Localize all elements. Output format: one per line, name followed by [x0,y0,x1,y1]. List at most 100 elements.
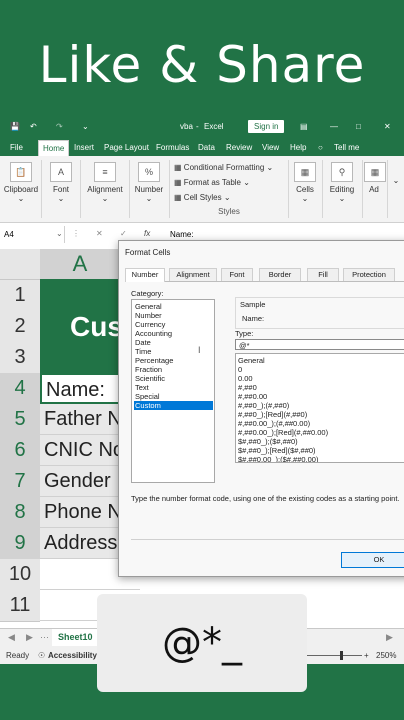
tab-insert[interactable]: Insert [74,143,94,152]
row-header-9[interactable]: 9 [0,528,40,560]
format-code-list[interactable]: General 0 0.00 #,##0 #,##0.00 #,##0_);(#… [235,353,404,463]
title-cell[interactable]: Cus [40,280,120,373]
alignment-group[interactable]: ≡ Alignment ⌄ [82,162,128,203]
clipboard-icon: 📋 [10,162,32,182]
row-header-3[interactable]: 3 [0,342,40,374]
tell-me-search[interactable]: Tell me [334,143,359,152]
format-code[interactable]: General [238,356,265,365]
enter-icon[interactable]: ✓ [120,229,127,238]
category-percentage[interactable]: Percentage [134,356,213,365]
number-group[interactable]: % Number ⌄ [131,162,167,203]
cell-styles-button[interactable]: ▦ Cell Styles ⌄ [174,190,284,205]
format-code[interactable]: #,##0.00_);(#,##0.00) [238,419,310,428]
more-sheets-icon[interactable]: ⋯ [40,632,49,643]
formula-input[interactable]: Name: [170,230,194,239]
chevron-down-icon: ⌄ [101,194,109,203]
row-header-5[interactable]: 5 [0,404,40,436]
ribbon-more-button[interactable]: ⌄ [390,176,402,185]
cancel-icon[interactable]: ✕ [96,229,103,238]
clipboard-group[interactable]: 📋 Clipboard ⌄ [2,162,40,203]
styles-group: ▦ Conditional Formatting ⌄ ▦ Format as T… [174,160,284,216]
tab-font[interactable]: Font [221,268,253,281]
save-icon[interactable]: 💾 [10,122,20,131]
more-options-icon: ⋮ [72,229,80,238]
format-code[interactable]: 0 [238,365,242,374]
format-code[interactable]: $#,##0_);[Red]($#,##0) [238,446,316,455]
hscroll-right-icon[interactable]: ▶ [386,632,393,643]
category-custom[interactable]: Custom [134,401,213,410]
status-ready: Ready [6,651,30,660]
tab-fill[interactable]: Fill [307,268,339,281]
zoom-level[interactable]: 250% [376,651,396,660]
qat-more-icon[interactable]: ⌄ [82,122,89,131]
name-box[interactable]: A4 ⌄ [0,226,65,243]
zoom-slider-thumb[interactable] [340,651,343,660]
row-header-11[interactable]: 11 [0,590,40,622]
tab-help[interactable]: Help [290,143,306,152]
format-code[interactable]: #,##0_);(#,##0) [238,401,289,410]
category-accounting[interactable]: Accounting [134,329,213,338]
category-general[interactable]: General [134,302,213,311]
scroll-left-icon[interactable]: ◀ [8,632,15,643]
category-date[interactable]: Date [134,338,213,347]
select-all-corner[interactable] [0,249,41,280]
row-header-7[interactable]: 7 [0,466,40,498]
type-input[interactable]: @* [235,339,404,350]
font-group[interactable]: A Font ⌄ [44,162,78,203]
row-header-4[interactable]: 4 [0,373,40,405]
maximize-icon[interactable]: □ [356,122,361,131]
category-time[interactable]: Time [134,347,213,356]
undo-icon[interactable]: ↶ [30,122,37,131]
category-special[interactable]: Special [134,392,213,401]
format-code[interactable]: #,##0 [238,383,257,392]
ribbon-display-icon[interactable]: ▤ [300,122,308,131]
cells-group[interactable]: ▦ Cells ⌄ [290,162,320,203]
row-header-10[interactable]: 10 [0,559,40,591]
zoom-slider[interactable] [302,655,362,656]
editing-group[interactable]: ⚲ Editing ⌄ [324,162,360,203]
category-fraction[interactable]: Fraction [134,365,213,374]
tab-number[interactable]: Number [125,268,165,282]
ok-button[interactable]: OK [341,552,404,568]
column-header-a[interactable]: A [40,249,120,281]
file-name: vba [180,122,193,131]
scroll-right-icon[interactable]: ▶ [26,632,33,643]
format-code[interactable]: #,##0.00_);[Red](#,##0.00) [238,428,328,437]
row-header-6[interactable]: 6 [0,435,40,467]
tab-view[interactable]: View [262,143,279,152]
row-header-8[interactable]: 8 [0,497,40,529]
sign-in-button[interactable]: Sign in [248,120,285,133]
chevron-down-icon: ⌄ [56,229,63,238]
row-header-2[interactable]: 2 [0,311,40,343]
conditional-formatting-button[interactable]: ▦ Conditional Formatting ⌄ [174,160,284,175]
format-as-table-button[interactable]: ▦ Format as Table ⌄ [174,175,284,190]
close-icon[interactable]: ✕ [384,122,391,131]
tab-formulas[interactable]: Formulas [156,143,189,152]
minimize-icon[interactable]: — [330,122,338,131]
editing-label: Editing [329,185,355,194]
tab-page-layout[interactable]: Page Layout [104,143,149,152]
font-icon: A [50,162,72,182]
tab-file[interactable]: File [10,143,23,152]
format-code[interactable]: #,##0.00 [238,392,267,401]
redo-icon[interactable]: ↷ [56,122,63,131]
tab-border[interactable]: Border [259,268,301,281]
format-code[interactable]: $#,##0.00_);($#,##0.00) [238,455,318,462]
format-code[interactable]: #,##0_);[Red](#,##0) [238,410,307,419]
format-code[interactable]: 0.00 [238,374,253,383]
category-scientific[interactable]: Scientific [134,374,213,383]
addins-group[interactable]: ▦ Ad [364,162,386,194]
tab-data[interactable]: Data [198,143,215,152]
tab-protection[interactable]: Protection [343,268,395,281]
insert-function-button[interactable]: fx [144,229,150,238]
tab-alignment[interactable]: Alignment [169,268,217,281]
tab-review[interactable]: Review [226,143,252,152]
cells-label: Cells [296,185,314,194]
category-text[interactable]: Text [134,383,213,392]
format-code[interactable]: $#,##0_);($#,##0) [238,437,298,446]
category-list[interactable]: General Number Currency Accounting Date … [131,299,215,483]
category-currency[interactable]: Currency [134,320,213,329]
zoom-in-icon[interactable]: + [364,651,369,660]
row-header-1[interactable]: 1 [0,280,40,312]
category-number[interactable]: Number [134,311,213,320]
